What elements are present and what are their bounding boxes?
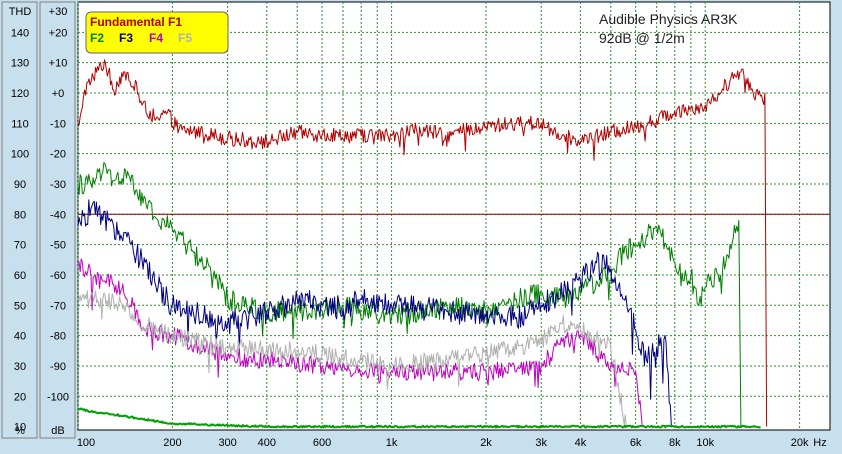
legend: Fundamental F1 F2 F3 F4 F5 xyxy=(85,11,229,54)
db-tick-label: -80 xyxy=(50,331,66,343)
thd-tick-label: 140 xyxy=(11,27,29,39)
x-tick-label: 400 xyxy=(258,437,276,449)
legend-item-f2: F2 xyxy=(90,31,104,45)
legend-item-f3: F3 xyxy=(119,31,133,45)
thd-tick-label: 20 xyxy=(14,391,26,403)
x-tick-label: 1k xyxy=(386,437,398,449)
db-axis-header: +30 xyxy=(49,6,68,18)
legend-item-f4: F4 xyxy=(149,31,163,45)
x-tick-label: 8k xyxy=(669,437,681,449)
x-tick-label: 600 xyxy=(313,437,331,449)
db-tick-label: -70 xyxy=(50,300,66,312)
db-tick-label: -20 xyxy=(50,149,66,161)
x-unit-label: Hz xyxy=(813,437,826,449)
db-tick-label: +0 xyxy=(52,88,65,100)
distortion-chart: THD % +30 dB 140130120110100908070605040… xyxy=(0,0,842,454)
x-tick-label: 100 xyxy=(77,437,95,449)
db-tick-label: +20 xyxy=(49,27,68,39)
chart-subtitle: 92dB @ 1/2m xyxy=(599,30,685,46)
legend-item-f5: F5 xyxy=(178,31,192,45)
x-tick-label: 20k xyxy=(791,437,809,449)
db-tick-label: -10 xyxy=(50,118,66,130)
db-axis-unit: dB xyxy=(51,425,64,437)
x-tick-label: 10k xyxy=(696,437,714,449)
thd-tick-label: 100 xyxy=(11,149,29,161)
chart-title: Audible Physics AR3K xyxy=(599,11,738,27)
thd-tick-label: 120 xyxy=(11,88,29,100)
x-tick-label: 2k xyxy=(480,437,492,449)
db-tick-label: -100 xyxy=(47,391,69,403)
x-tick-label: 4k xyxy=(575,437,587,449)
thd-tick-label: 30 xyxy=(14,361,26,373)
thd-tick-label: 110 xyxy=(11,118,29,130)
thd-tick-label: 90 xyxy=(14,179,26,191)
thd-tick-label: 80 xyxy=(14,209,26,221)
db-tick-label: +10 xyxy=(49,58,68,70)
db-tick-label: -50 xyxy=(50,240,66,252)
x-tick-label: 3k xyxy=(535,437,547,449)
thd-tick-label: 130 xyxy=(11,58,29,70)
db-tick-label: -90 xyxy=(50,361,66,373)
legend-title: Fundamental F1 xyxy=(90,15,182,29)
x-tick-label: 6k xyxy=(630,437,642,449)
thd-tick-label: 40 xyxy=(14,331,26,343)
thd-axis-header: THD xyxy=(9,6,32,18)
db-tick-label: -60 xyxy=(50,270,66,282)
x-tick-label: 300 xyxy=(218,437,236,449)
thd-tick-label: 50 xyxy=(14,300,26,312)
thd-tick-label: 60 xyxy=(14,270,26,282)
db-tick-label: -40 xyxy=(50,209,66,221)
x-tick-label: 200 xyxy=(163,437,181,449)
thd-tick-label: 10 xyxy=(14,422,26,434)
db-tick-label: -30 xyxy=(50,179,66,191)
thd-tick-label: 70 xyxy=(14,240,26,252)
